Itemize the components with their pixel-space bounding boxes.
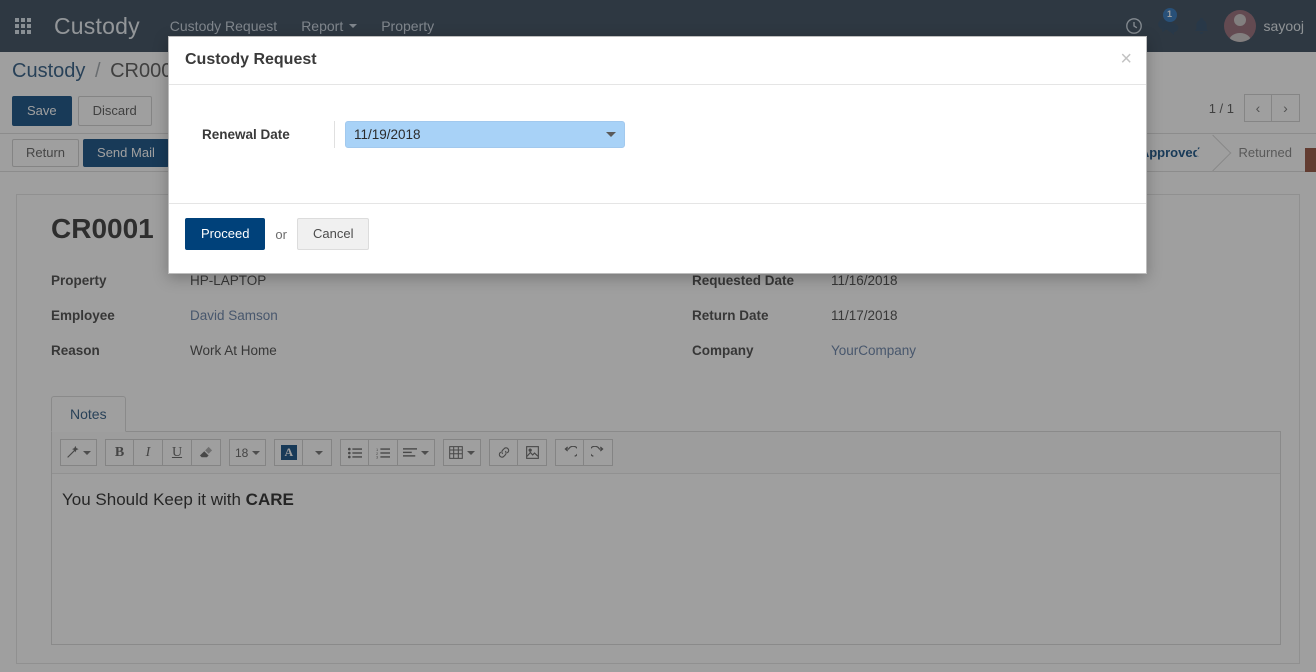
or-label: or <box>275 226 287 242</box>
dialog-footer: Proceed or Cancel <box>169 203 1146 264</box>
custody-request-dialog: Custody Request × Renewal Date 11/19/201… <box>168 36 1147 274</box>
close-icon[interactable]: × <box>1120 49 1132 69</box>
cancel-button[interactable]: Cancel <box>296 218 370 250</box>
renewal-date-input[interactable]: 11/19/2018 <box>345 121 625 148</box>
dialog-title: Custody Request <box>185 51 317 68</box>
renewal-date-value: 11/19/2018 <box>354 127 421 142</box>
application-window: Custody Custody Request Report Property <box>0 0 1316 672</box>
dialog-header: Custody Request × <box>169 37 1146 85</box>
field-label: Renewal Date <box>185 121 335 148</box>
field-renewal-date: Renewal Date 11/19/2018 <box>185 121 1130 148</box>
proceed-button[interactable]: Proceed <box>185 218 266 250</box>
chevron-down-icon <box>606 132 616 137</box>
dialog-body: Renewal Date 11/19/2018 <box>169 85 1146 203</box>
